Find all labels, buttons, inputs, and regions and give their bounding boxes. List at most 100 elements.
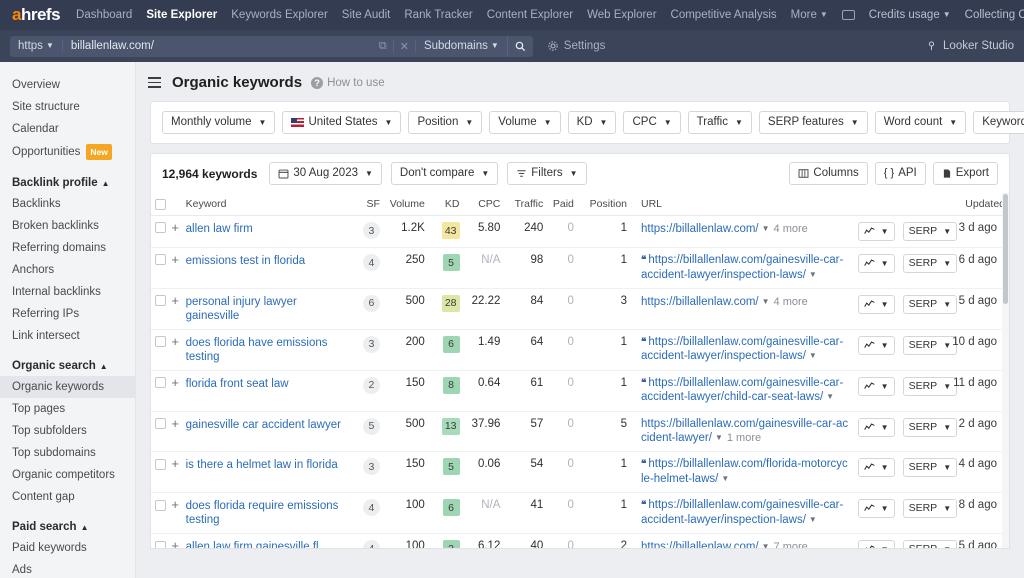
scrollbar-thumb[interactable]	[1003, 194, 1008, 304]
row-select-cell[interactable]	[151, 288, 167, 329]
filter-united-states[interactable]: United States▼	[282, 111, 401, 134]
looker-studio-button[interactable]: Looker Studio	[926, 40, 1014, 52]
row-expand-cell[interactable]: +	[167, 411, 181, 452]
chevron-down-icon[interactable]: ▼	[762, 540, 770, 549]
table-row[interactable]: +allen law firm gainesville fl410036.124…	[151, 534, 1009, 549]
url-input[interactable]	[63, 40, 373, 52]
keyword-link[interactable]: florida front seat law	[186, 377, 289, 391]
search-button[interactable]	[507, 36, 533, 57]
sidebar-item-top-subfolders[interactable]: Top subfolders	[0, 420, 135, 442]
filter-keyword[interactable]: Keyword▼	[973, 111, 1024, 134]
sidebar-item-top-subdomains[interactable]: Top subdomains	[0, 442, 135, 464]
select-all-checkbox[interactable]	[155, 199, 166, 210]
table-scrollbar[interactable]	[1002, 193, 1009, 548]
sidebar-item-referring-domains[interactable]: Referring domains	[0, 237, 135, 259]
position-chart-button[interactable]: ▼	[858, 222, 895, 241]
serp-button[interactable]: SERP▼	[903, 418, 958, 437]
plus-icon[interactable]: +	[171, 497, 179, 512]
position-chart-button[interactable]: ▼	[858, 499, 895, 518]
compare-select[interactable]: Don't compare▼	[391, 162, 498, 185]
sidebar-group-backlink-profile[interactable]: Backlink profile▲	[0, 173, 135, 193]
how-to-use-link[interactable]: ? How to use	[311, 77, 385, 89]
serp-button[interactable]: SERP▼	[903, 540, 958, 549]
row-expand-cell[interactable]: +	[167, 534, 181, 549]
nav-item-competitive-analysis[interactable]: Competitive Analysis	[671, 9, 777, 21]
row-expand-cell[interactable]: +	[167, 370, 181, 411]
table-row[interactable]: +emissions test in florida42505N/A9801❝h…	[151, 248, 1009, 289]
serp-button[interactable]: SERP▼	[903, 377, 958, 396]
chevron-down-icon[interactable]: ▼	[762, 222, 770, 236]
sidebar-item-link-intersect[interactable]: Link intersect	[0, 325, 135, 347]
col-updated[interactable]: Updated	[948, 193, 1009, 216]
menu-toggle-icon[interactable]	[146, 75, 163, 90]
plus-icon[interactable]: +	[171, 538, 179, 549]
sidebar-item-top-pages[interactable]: Top pages	[0, 398, 135, 420]
sidebar-group-organic-search[interactable]: Organic search▲	[0, 356, 135, 376]
filter-kd[interactable]: KD▼	[568, 111, 617, 134]
plus-icon[interactable]: +	[171, 293, 179, 308]
sidebar-item-organic-keywords[interactable]: Organic keywords	[0, 376, 135, 398]
keyword-link[interactable]: allen law firm	[186, 222, 253, 236]
row-checkbox[interactable]	[155, 377, 166, 388]
row-select-cell[interactable]	[151, 370, 167, 411]
row-checkbox[interactable]	[155, 222, 166, 233]
table-row[interactable]: +gainesville car accident lawyer55001337…	[151, 411, 1009, 452]
keyword-link[interactable]: emissions test in florida	[186, 254, 306, 268]
settings-button[interactable]: Settings	[547, 40, 606, 52]
table-row[interactable]: +florida front seat law215080.646101❝htt…	[151, 370, 1009, 411]
row-expand-cell[interactable]: +	[167, 288, 181, 329]
sidebar-item-organic-competitors[interactable]: Organic competitors	[0, 464, 135, 486]
row-expand-cell[interactable]: +	[167, 329, 181, 370]
filter-traffic[interactable]: Traffic▼	[688, 111, 752, 134]
sidebar-item-internal-backlinks[interactable]: Internal backlinks	[0, 281, 135, 303]
filter-position[interactable]: Position▼	[408, 111, 482, 134]
sidebar-item-calendar[interactable]: Calendar	[0, 118, 135, 140]
col-paid[interactable]: Paid	[547, 193, 578, 216]
url-link[interactable]: https://billallenlaw.com/	[641, 541, 759, 549]
plus-icon[interactable]: +	[171, 220, 179, 235]
nav-item-rank-tracker[interactable]: Rank Tracker	[404, 9, 472, 21]
keyword-link[interactable]: allen law firm gainesville fl	[186, 540, 319, 549]
clear-icon[interactable]: ✕	[394, 40, 415, 53]
col-cpc[interactable]: CPC	[464, 193, 505, 216]
row-select-cell[interactable]	[151, 216, 167, 248]
sidebar-item-content-gap[interactable]: Content gap	[0, 486, 135, 508]
filter-serp-features[interactable]: SERP features▼	[759, 111, 868, 134]
row-checkbox[interactable]	[155, 254, 166, 265]
row-checkbox[interactable]	[155, 336, 166, 347]
serp-button[interactable]: SERP▼	[903, 336, 958, 355]
sidebar-item-referring-ips[interactable]: Referring IPs	[0, 303, 135, 325]
monitor-icon[interactable]	[842, 10, 855, 20]
row-expand-cell[interactable]: +	[167, 248, 181, 289]
url-link[interactable]: https://billallenlaw.com/	[641, 223, 759, 235]
sidebar-item-overview[interactable]: Overview	[0, 74, 135, 96]
filter-cpc[interactable]: CPC▼	[623, 111, 680, 134]
row-checkbox[interactable]	[155, 418, 166, 429]
keyword-link[interactable]: is there a helmet law in florida	[186, 458, 338, 472]
filter-word-count[interactable]: Word count▼	[875, 111, 967, 134]
ahrefs-logo[interactable]: ahrefs	[12, 5, 60, 25]
protocol-select[interactable]: https▼	[10, 40, 63, 52]
table-row[interactable]: +allen law firm31.2K435.8024001https://b…	[151, 216, 1009, 248]
keyword-link[interactable]: gainesville car accident lawyer	[186, 418, 341, 432]
position-chart-button[interactable]: ▼	[858, 458, 895, 477]
row-expand-cell[interactable]: +	[167, 216, 181, 248]
position-chart-button[interactable]: ▼	[858, 336, 895, 355]
table-row[interactable]: +personal injury lawyer gainesville65002…	[151, 288, 1009, 329]
nav-item-site-explorer[interactable]: Site Explorer	[146, 9, 217, 21]
row-checkbox[interactable]	[155, 459, 166, 470]
sidebar-item-site-structure[interactable]: Site structure	[0, 96, 135, 118]
url-link[interactable]: https://billallenlaw.com/gainesville-car…	[641, 377, 843, 403]
table-row[interactable]: +is there a helmet law in florida315050.…	[151, 452, 1009, 493]
nav-item-dashboard[interactable]: Dashboard	[76, 9, 132, 21]
position-chart-button[interactable]: ▼	[858, 377, 895, 396]
serp-button[interactable]: SERP▼	[903, 295, 958, 314]
position-chart-button[interactable]: ▼	[858, 418, 895, 437]
keyword-link[interactable]: does florida have emissions testing	[186, 336, 352, 364]
sidebar-item-backlinks[interactable]: Backlinks	[0, 193, 135, 215]
row-expand-cell[interactable]: +	[167, 452, 181, 493]
nav-item-keywords-explorer[interactable]: Keywords Explorer	[231, 9, 328, 21]
plus-icon[interactable]: +	[171, 456, 179, 471]
col-traffic[interactable]: Traffic	[504, 193, 547, 216]
col-sf[interactable]: SF	[355, 193, 384, 216]
